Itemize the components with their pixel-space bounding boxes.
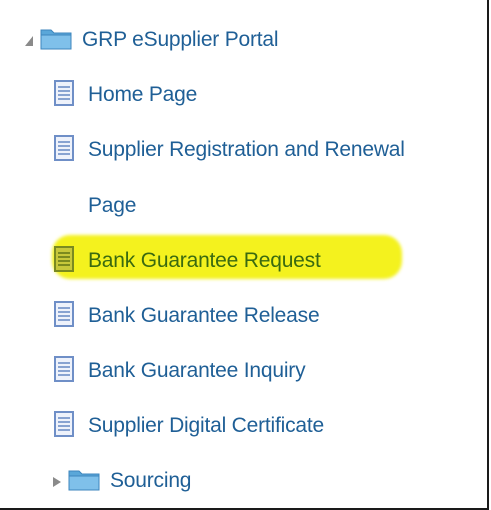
folder-icon (40, 26, 72, 55)
triangle-collapsed-icon[interactable] (52, 475, 62, 487)
tree-item-supplier-digital-certificate[interactable]: Supplier Digital Certificate (54, 409, 324, 443)
document-icon (54, 79, 74, 111)
document-icon (54, 245, 74, 277)
tree-item-label[interactable]: Bank Guarantee Request (88, 249, 321, 273)
tree-item-label[interactable]: Supplier Registration and Renewal (88, 138, 405, 162)
document-icon (54, 300, 74, 332)
folder-icon (68, 467, 100, 496)
document-icon (54, 355, 74, 387)
tree-item-home-page[interactable]: Home Page (54, 78, 197, 112)
tree-node-label[interactable]: GRP eSupplier Portal (82, 28, 279, 52)
tree-item-label[interactable]: Bank Guarantee Release (88, 304, 320, 328)
tree-node-grp-esupplier-portal[interactable]: GRP eSupplier Portal (24, 23, 279, 57)
tree-item-label[interactable]: Home Page (88, 83, 197, 107)
navigation-tree-panel: GRP eSupplier Portal Home Page Supplier … (0, 0, 489, 510)
tree-item-bank-guarantee-release[interactable]: Bank Guarantee Release (54, 299, 320, 333)
document-icon (54, 410, 74, 442)
document-icon (54, 134, 74, 166)
tree-item-label[interactable]: Bank Guarantee Inquiry (88, 359, 306, 383)
tree-item-supplier-registration[interactable]: Supplier Registration and Renewal (54, 133, 405, 167)
tree-node-sourcing[interactable]: Sourcing (52, 464, 191, 498)
tree-item-label[interactable]: Supplier Digital Certificate (88, 414, 324, 438)
tree-item-bank-guarantee-inquiry[interactable]: Bank Guarantee Inquiry (54, 354, 306, 388)
tree-item-supplier-registration-continuation[interactable]: Page (88, 189, 136, 223)
tree-item-label[interactable]: Page (88, 194, 136, 218)
tree-node-label[interactable]: Sourcing (110, 469, 191, 493)
tree-item-bank-guarantee-request[interactable]: Bank Guarantee Request (54, 244, 321, 278)
triangle-expanded-icon[interactable] (24, 34, 34, 46)
